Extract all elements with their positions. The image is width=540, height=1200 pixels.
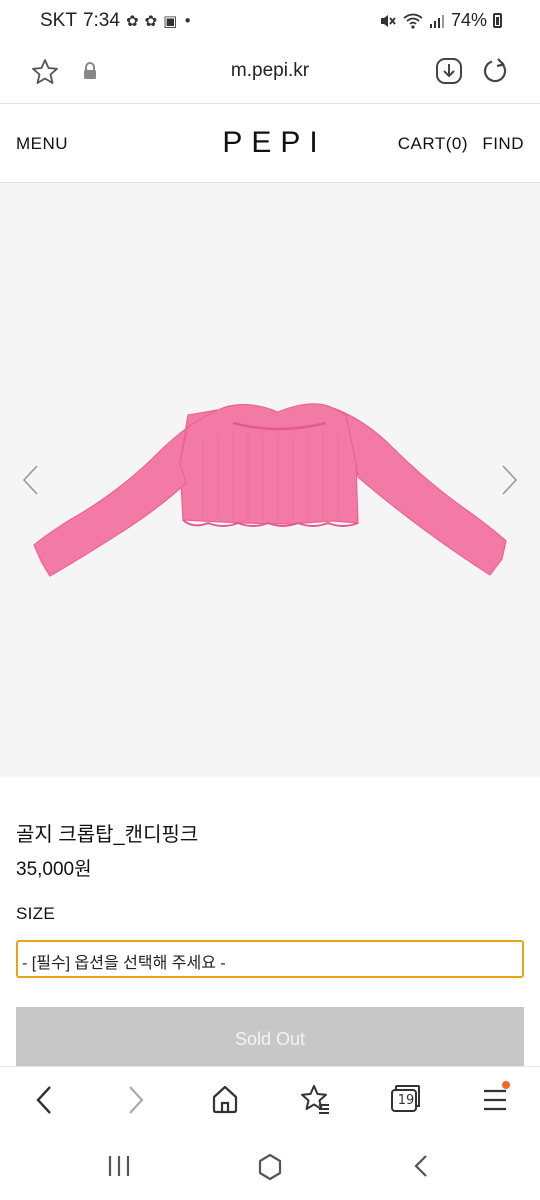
browser-bottom-toolbar: 19 bbox=[0, 1066, 540, 1134]
battery-icon bbox=[493, 13, 502, 28]
product-name: 골지 크롭탑_캔디핑크 bbox=[16, 824, 199, 846]
card-notification-icon: ▣ bbox=[163, 12, 178, 30]
tab-count: 19 bbox=[397, 1093, 415, 1108]
wifi-icon bbox=[403, 13, 423, 29]
battery-percent: 74% bbox=[450, 10, 487, 30]
recent-apps-icon[interactable] bbox=[106, 1152, 132, 1180]
size-select[interactable]: - [필수] 옵션을 선택해 주세요 - bbox=[16, 940, 524, 978]
home-icon[interactable] bbox=[210, 1083, 240, 1115]
bookmarks-icon[interactable] bbox=[299, 1083, 331, 1115]
back-icon[interactable] bbox=[30, 1083, 58, 1117]
status-left: SKT 7:34 ✿ ✿ ▣ • bbox=[40, 10, 192, 32]
product-photo bbox=[33, 403, 507, 577]
app-notification-icon-2: ✿ bbox=[144, 12, 158, 30]
chevron-right-icon[interactable] bbox=[496, 463, 522, 497]
size-label: SIZE bbox=[16, 904, 55, 923]
status-bar: SKT 7:34 ✿ ✿ ▣ • 74% bbox=[0, 0, 540, 44]
notification-dot bbox=[502, 1081, 510, 1089]
menu-button[interactable] bbox=[482, 1081, 510, 1113]
sold-out-button[interactable]: Sold Out bbox=[16, 1007, 524, 1069]
product-image-carousel[interactable] bbox=[0, 183, 540, 777]
download-icon[interactable] bbox=[434, 56, 464, 86]
site-header: MENU PEPI CART(0) FIND bbox=[0, 104, 540, 182]
hamburger-menu-icon bbox=[484, 1089, 506, 1111]
cart-link[interactable]: CART(0) bbox=[398, 134, 468, 154]
reload-icon[interactable] bbox=[480, 56, 510, 86]
mute-icon bbox=[380, 14, 396, 27]
carrier: SKT bbox=[40, 10, 77, 31]
find-link[interactable]: FIND bbox=[482, 134, 524, 154]
app-notification-icon: ✿ bbox=[125, 12, 139, 30]
system-back-icon[interactable] bbox=[408, 1152, 434, 1180]
clock: 7:34 bbox=[82, 10, 120, 31]
home-hexagon-icon[interactable] bbox=[256, 1152, 284, 1182]
tabs-button[interactable]: 19 bbox=[389, 1083, 421, 1115]
more-notifications-dot-icon: • bbox=[183, 12, 193, 30]
signal-icon bbox=[429, 14, 444, 28]
product-price: 35,000원 bbox=[16, 859, 92, 880]
status-right: 74% bbox=[379, 10, 502, 31]
forward-icon[interactable] bbox=[122, 1083, 150, 1117]
browser-url-bar: m.pepi.kr bbox=[0, 44, 540, 102]
system-nav-bar bbox=[0, 1134, 540, 1200]
